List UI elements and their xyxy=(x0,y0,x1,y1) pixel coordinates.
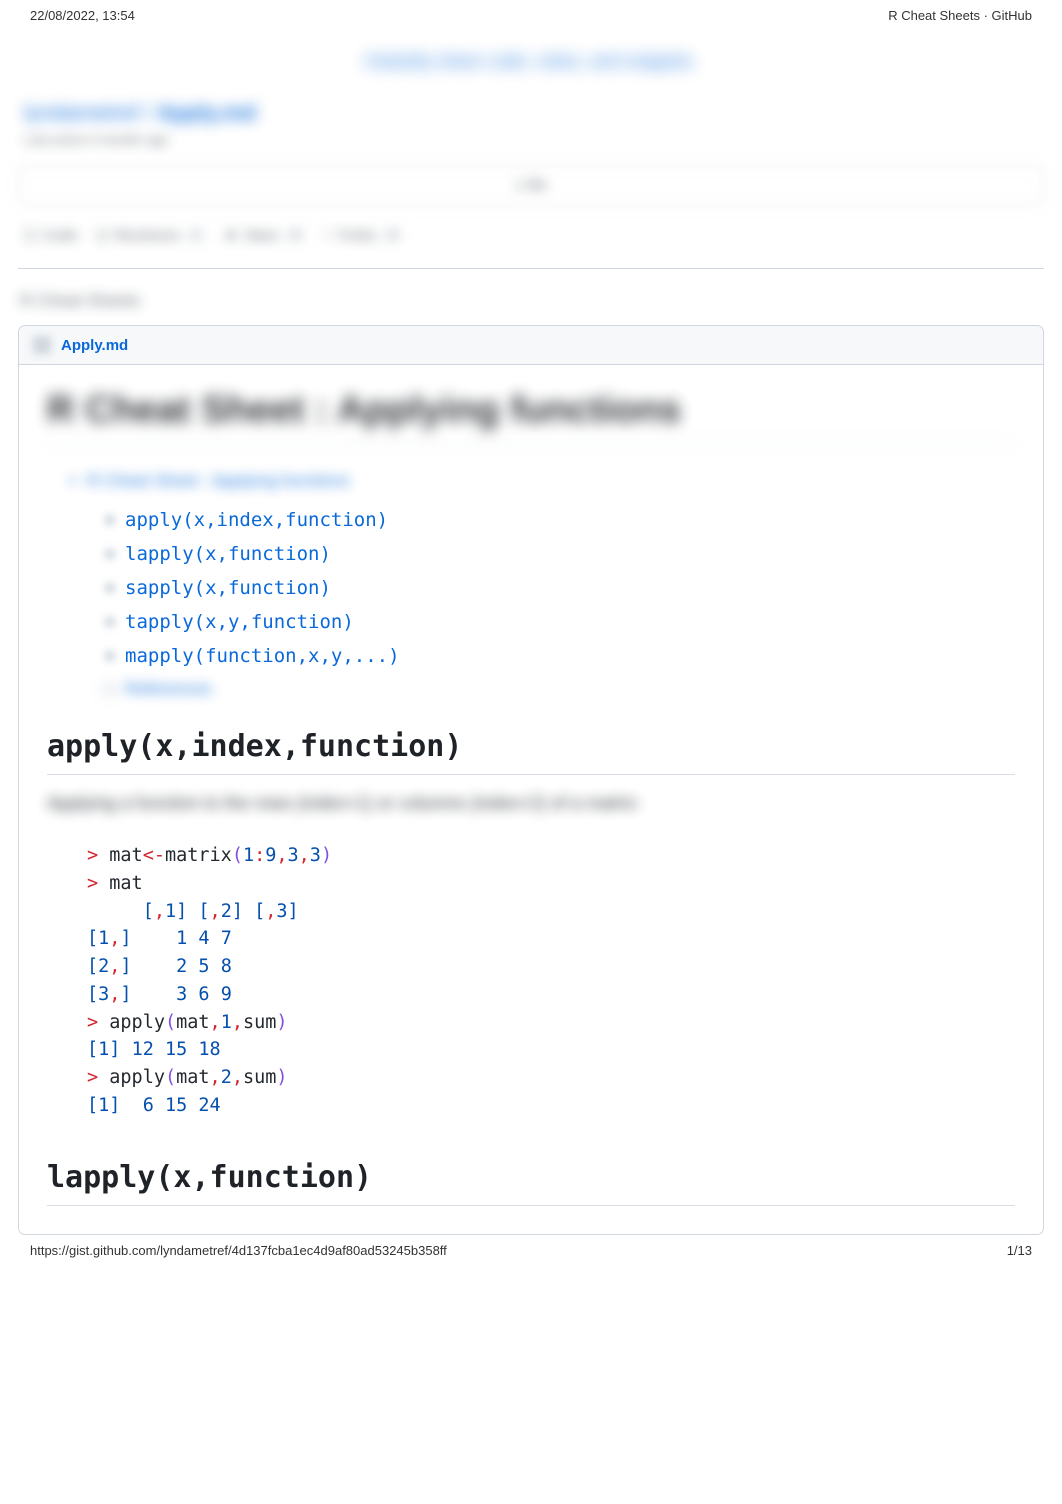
revisions-count: 1 xyxy=(186,228,207,242)
file-name-link[interactable]: Apply.md xyxy=(61,337,128,354)
print-datetime: 22/08/2022, 13:54 xyxy=(30,8,135,23)
stars-tab[interactable]: ★ Stars 4 xyxy=(224,226,305,244)
bullet-icon xyxy=(105,549,115,559)
revisions-tab[interactable]: ◷ Revisions 1 xyxy=(96,226,207,244)
list-item: lapply(x,function) xyxy=(105,537,1015,571)
revisions-icon: ◷ xyxy=(96,226,109,244)
print-doc-title: R Cheat Sheets · GitHub xyxy=(888,8,1032,23)
list-item: sapply(x,function) xyxy=(105,571,1015,605)
gist-description: R Cheat Sheets xyxy=(8,269,1054,325)
code-block-apply: > mat<-matrix(1:9,3,3) > mat [,1] [,2] [… xyxy=(87,842,1015,1120)
bullet-icon xyxy=(105,583,115,593)
bullet-icon xyxy=(105,617,115,627)
file-header: Apply.md xyxy=(19,326,1043,365)
file-count-box[interactable]: 1 file xyxy=(18,165,1044,206)
bullet-icon xyxy=(105,651,115,661)
toc-link-tapply[interactable]: tapply(x,y,function) xyxy=(125,611,354,633)
list-item: tapply(x,y,function) xyxy=(105,605,1015,639)
file-box: Apply.md R Cheat Sheet : Applying functi… xyxy=(18,325,1044,1235)
breadcrumb: lyndametref / Apply.md xyxy=(24,100,1038,126)
section-heading-lapply: lapply(x,function) xyxy=(47,1160,1015,1206)
section-description: Applying a function to the rows (index=1… xyxy=(47,793,1015,814)
list-item: apply(x,index,function) xyxy=(105,503,1015,537)
code-icon: ⟨⟩ xyxy=(24,226,36,244)
last-active-text: Last active 6 months ago xyxy=(24,132,1038,147)
stars-count: 4 xyxy=(285,228,306,242)
bullet-icon xyxy=(105,515,115,525)
doc-title: R Cheat Sheet : Applying functions xyxy=(47,389,1015,443)
code-tab[interactable]: ⟨⟩ Code xyxy=(24,226,78,244)
print-url: https://gist.github.com/lyndametref/4d13… xyxy=(30,1243,447,1258)
gist-owner-link[interactable]: lyndametref xyxy=(24,100,139,125)
gist-tagline: Instantly share code, notes, and snippet… xyxy=(8,31,1054,100)
file-icon xyxy=(33,336,51,354)
list-item: mapply(function,x,y,...) xyxy=(105,639,1015,673)
toc-link-lapply[interactable]: lapply(x,function) xyxy=(125,543,331,565)
page-indicator: 1/13 xyxy=(1007,1243,1032,1258)
bullet-icon xyxy=(105,684,115,694)
gist-actions: ⟨⟩ Code ◷ Revisions 1 ★ Stars 4 ⑂ Forks … xyxy=(8,206,1054,268)
star-icon: ★ xyxy=(224,226,237,244)
section-heading-apply: apply(x,index,function) xyxy=(47,729,1015,775)
toc-link-apply[interactable]: apply(x,index,function) xyxy=(125,509,388,531)
gist-name-link[interactable]: Apply.md xyxy=(157,100,256,125)
toc-root-link[interactable]: R Cheat Sheet : Applying functions xyxy=(87,467,1015,495)
toc-link-sapply[interactable]: sapply(x,function) xyxy=(125,577,331,599)
forks-tab[interactable]: ⑂ Forks 4 xyxy=(324,227,403,244)
toc-link-references[interactable]: References xyxy=(125,679,212,699)
forks-count: 4 xyxy=(382,228,403,242)
fork-icon: ⑂ xyxy=(324,227,333,244)
toc-link-mapply[interactable]: mapply(function,x,y,...) xyxy=(125,645,400,667)
table-of-contents: R Cheat Sheet : Applying functions apply… xyxy=(67,467,1015,699)
